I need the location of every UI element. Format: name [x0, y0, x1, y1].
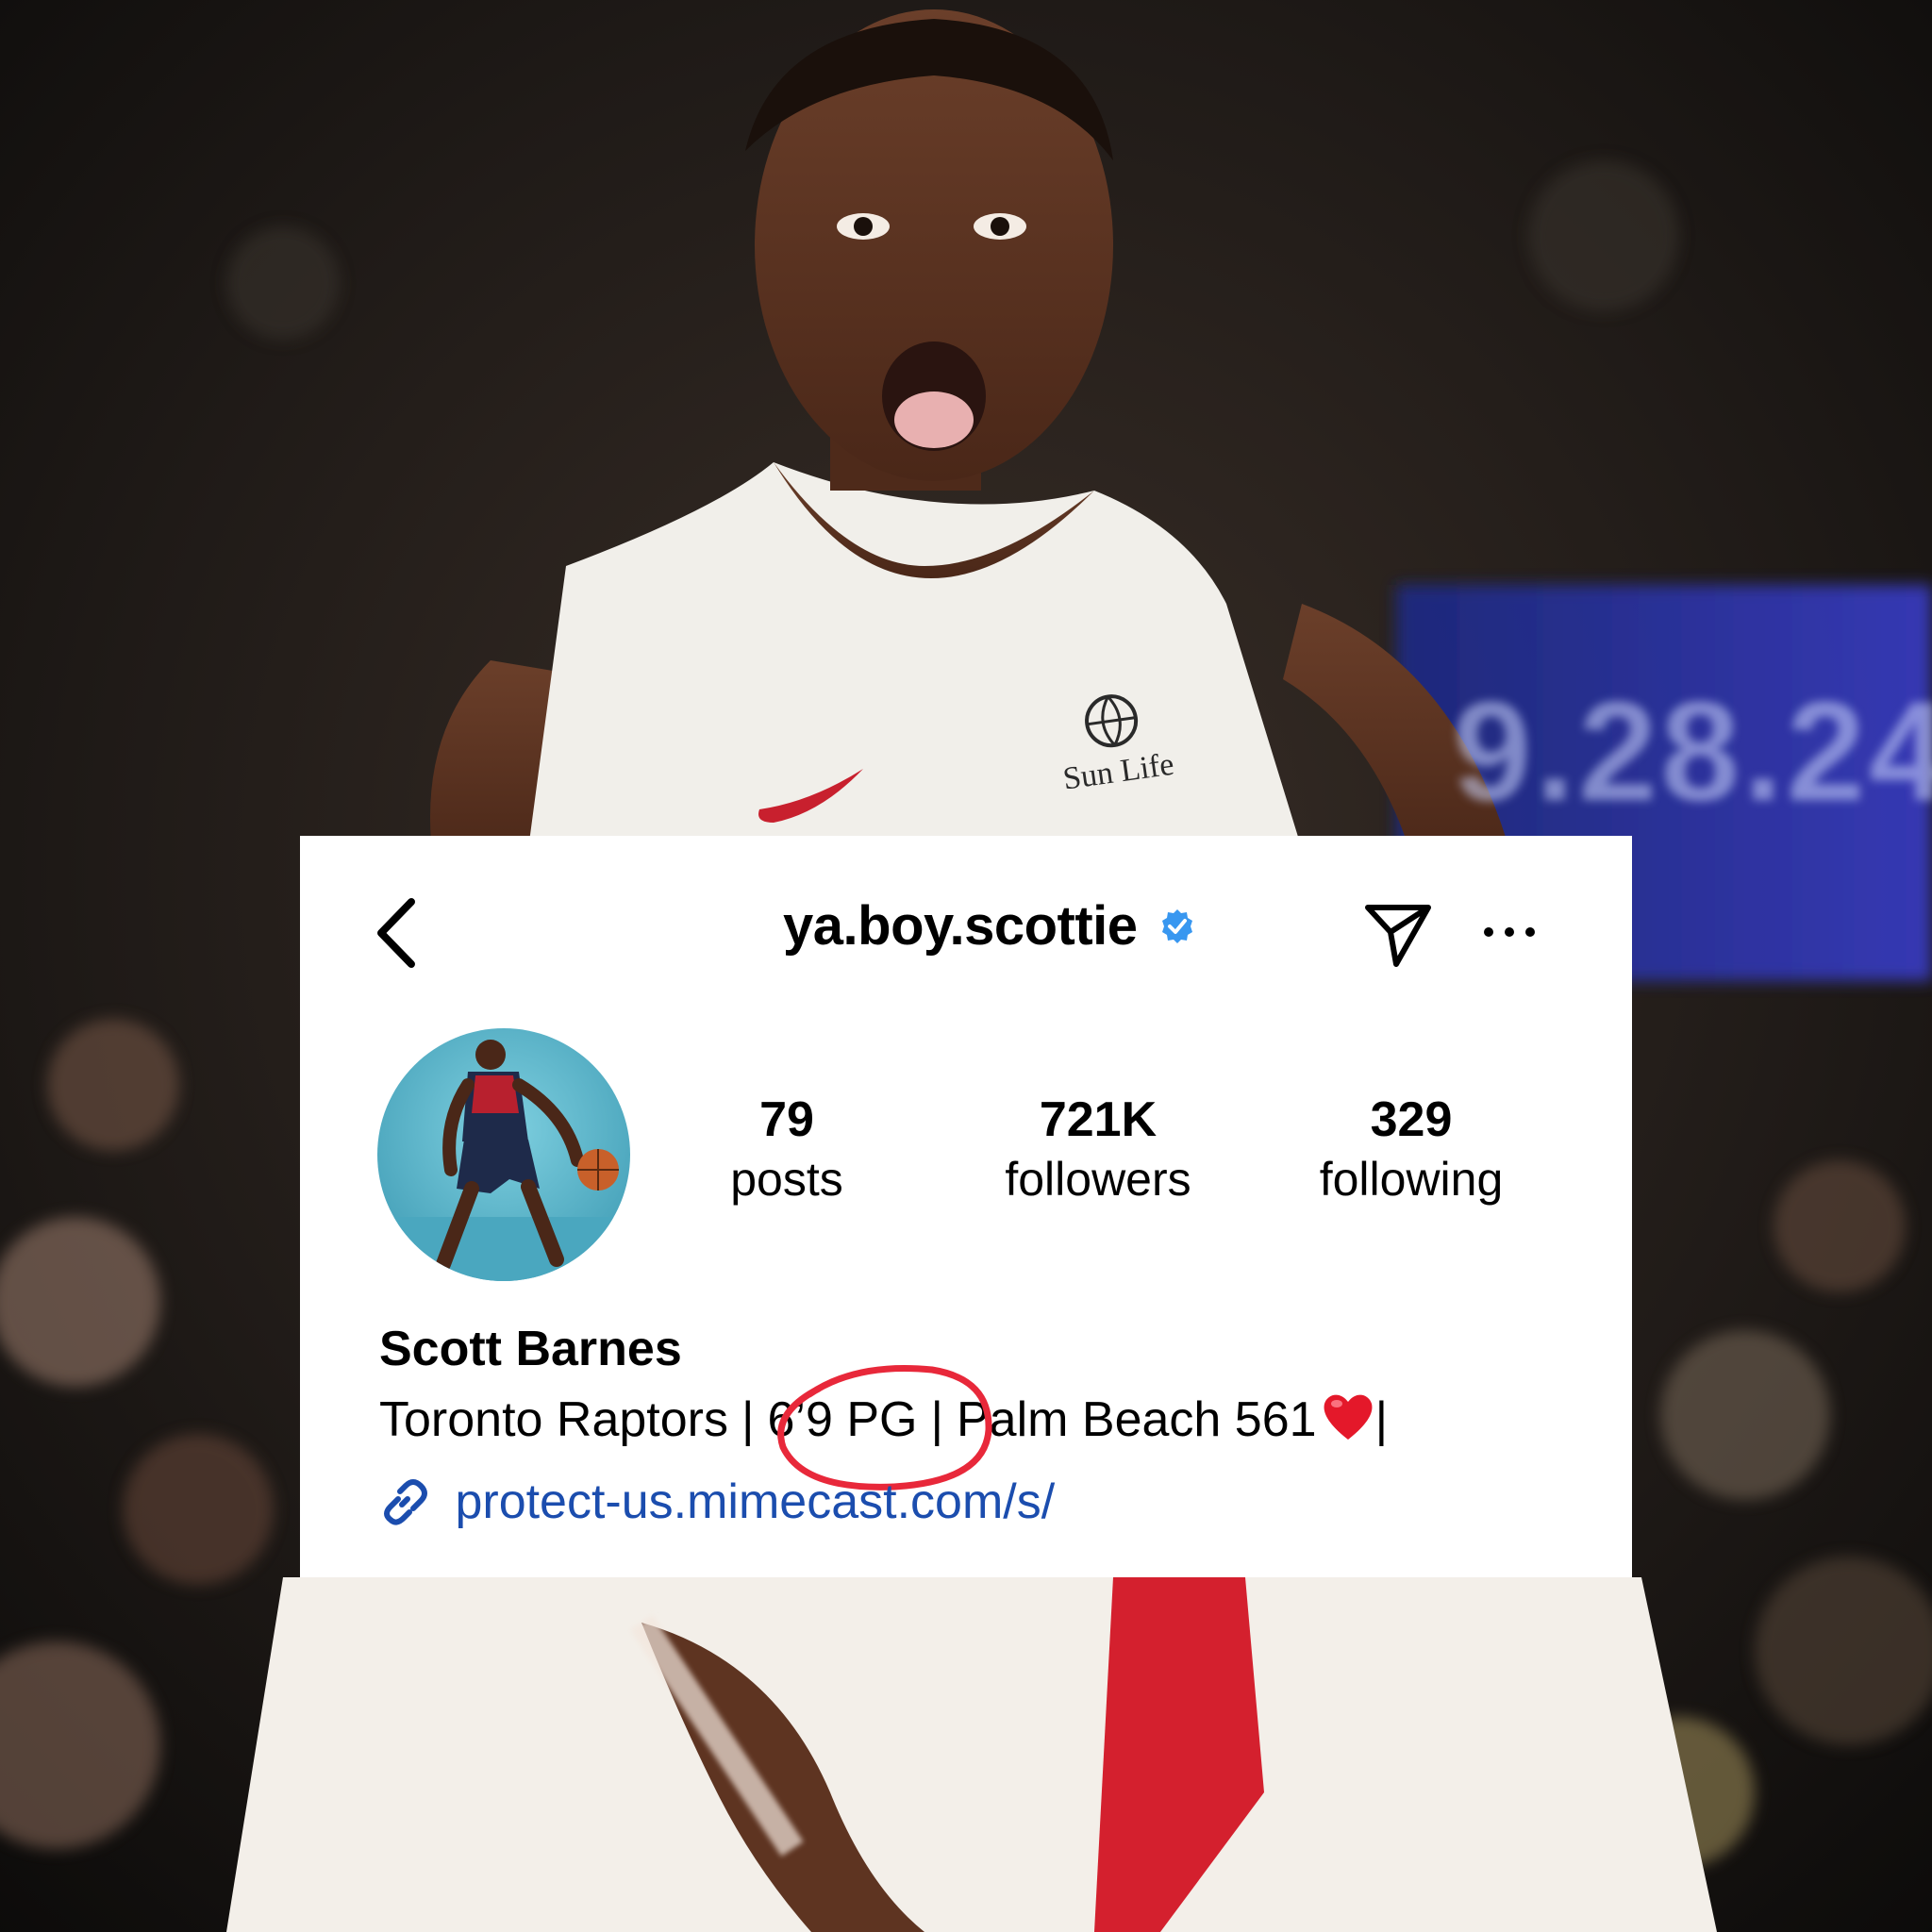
paper-plane-icon[interactable]	[1360, 898, 1436, 974]
bio-team: Toronto Raptors	[379, 1392, 728, 1447]
following-count: 329	[1370, 1092, 1453, 1147]
profile-link-text: protect-us.mimecast.com/s/	[455, 1474, 1056, 1529]
followers-count: 721K	[1039, 1092, 1158, 1147]
verified-badge-icon	[1161, 908, 1192, 943]
followers-stat[interactable]: 721K followers	[966, 1091, 1230, 1209]
bio-separator: |	[741, 1392, 755, 1447]
posts-count: 79	[759, 1092, 814, 1147]
posts-stat[interactable]: 79 posts	[655, 1091, 919, 1209]
link-chain-icon	[384, 1479, 427, 1525]
following-label: following	[1319, 1153, 1504, 1206]
profile-link[interactable]: protect-us.mimecast.com/s/	[379, 1474, 1055, 1534]
sun-life-globe-icon	[1085, 694, 1139, 748]
profile-bio: Toronto Raptors | 6’9 PG | Palm Beach 561 |	[379, 1391, 1388, 1448]
bio-hometown: Palm Beach 561	[956, 1392, 1317, 1447]
profile-display-name: Scott Barnes	[379, 1322, 682, 1376]
profile-username: ya.boy.scottie	[783, 895, 1138, 957]
following-stat[interactable]: 329 following	[1279, 1091, 1543, 1209]
scoreboard-text: 9.28.24	[1453, 672, 1932, 830]
bio-separator: |	[930, 1392, 943, 1447]
profile-avatar[interactable]	[377, 1028, 630, 1281]
ellipsis-icon[interactable]	[1479, 913, 1540, 951]
instagram-profile-card: ya.boy.scottie 79 posts 721K followers 3…	[300, 836, 1632, 1577]
jersey-sponsor-logo: Sun Life	[1046, 682, 1181, 798]
followers-label: followers	[1005, 1153, 1191, 1206]
bio-height-position: 6’9 PG	[767, 1392, 918, 1447]
red-heart-emoji	[1324, 1394, 1373, 1440]
avatar-photo	[377, 1028, 630, 1281]
screenshot-stage: 9.28.24 Sun Life ya.boy.scottie 79 posts…	[0, 0, 1932, 1932]
posts-label: posts	[730, 1153, 843, 1206]
bio-trailing-separator: |	[1374, 1392, 1389, 1447]
